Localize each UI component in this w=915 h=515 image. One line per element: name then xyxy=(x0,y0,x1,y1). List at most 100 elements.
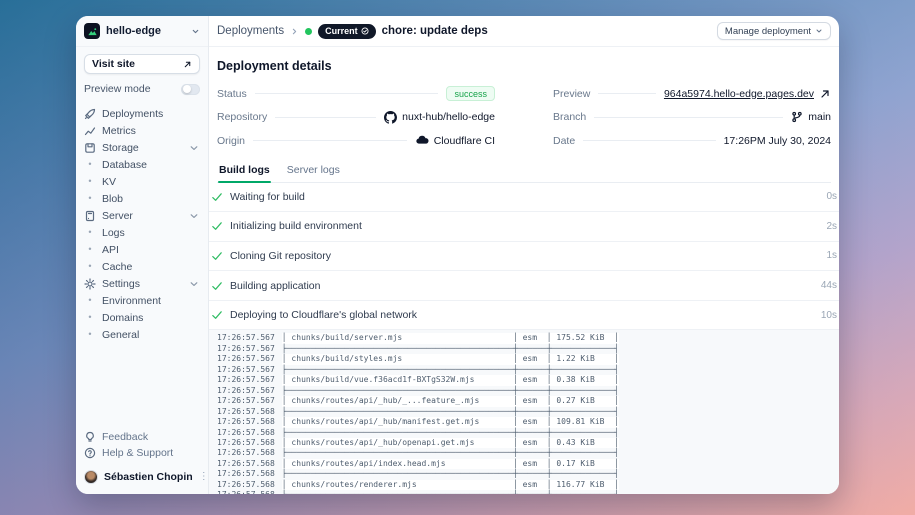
sidebar-item-storage[interactable]: Storage xyxy=(84,139,200,156)
chevron-down-icon xyxy=(188,210,200,222)
sidebar-item-deployments[interactable]: Deployments xyxy=(84,105,200,122)
server-icon xyxy=(84,210,96,222)
log-line: 17:26:57.567│ chunks/build/server.mjs │ … xyxy=(217,333,839,343)
build-step-row[interactable]: Initializing build environment2s xyxy=(209,212,839,242)
sidebar-item-server[interactable]: Server xyxy=(84,207,200,224)
sidebar-item-label: KV xyxy=(102,176,116,188)
gear-icon xyxy=(84,278,96,290)
kebab-menu-icon[interactable]: ⋮ xyxy=(199,472,209,482)
preview-mode-toggle[interactable] xyxy=(181,84,200,95)
log-timestamp: 17:26:57.567 xyxy=(217,354,275,364)
build-step-label: Waiting for build xyxy=(230,191,305,203)
chart-icon xyxy=(84,125,96,137)
avatar xyxy=(84,470,98,484)
sidebar-item-general[interactable]: •General xyxy=(84,326,200,343)
log-line: 17:26:57.567│ chunks/build/vue.f36acd1f-… xyxy=(217,375,839,385)
external-link-icon xyxy=(819,88,831,100)
log-line: 17:26:57.568 │ chunks/routes/api/_hub/man… xyxy=(217,417,839,427)
sidebar-item-label: Storage xyxy=(102,142,139,154)
site-switcher[interactable]: hello-edge xyxy=(76,16,208,47)
sidebar-item-api[interactable]: •API xyxy=(84,241,200,258)
bullet-icon: • xyxy=(84,262,96,271)
detail-value: success xyxy=(446,86,495,101)
sidebar-item-label: Metrics xyxy=(102,125,136,137)
log-line: 17:26:57.567├───────────────────────────… xyxy=(217,344,839,354)
build-step-row[interactable]: Cloning Git repository 1s xyxy=(209,242,839,272)
build-log-output[interactable]: 17:26:57.567│ chunks/build/server.mjs │ … xyxy=(209,330,839,494)
sidebar-item-blob[interactable]: •Blob xyxy=(84,190,200,207)
sidebar-item-label: Feedback xyxy=(102,431,148,443)
detail-row: Repositorynuxt-hub/hello-edge xyxy=(217,106,495,130)
build-step-duration: 1s xyxy=(826,250,837,261)
preview-mode-row: Preview mode xyxy=(76,74,208,100)
build-step-label: Initializing build environment xyxy=(230,220,362,232)
check-icon xyxy=(211,280,223,292)
sidebar-item-label: Domains xyxy=(102,312,143,324)
sidebar-item-logs[interactable]: •Logs xyxy=(84,224,200,241)
main-panel: Deployments Current chore: update deps M… xyxy=(209,16,839,494)
leader-line xyxy=(594,117,783,118)
sidebar-item-label: Settings xyxy=(102,278,140,290)
sidebar-item-label: Cache xyxy=(102,261,132,273)
build-step-row[interactable]: Deploying to Cloudflare's global network… xyxy=(209,301,839,331)
log-timestamp: 17:26:57.568 xyxy=(217,417,275,427)
log-timestamp: 17:26:57.568 xyxy=(217,448,275,458)
manage-deployment-label: Manage deployment xyxy=(725,26,811,37)
log-timestamp: 17:26:57.567 xyxy=(217,396,275,406)
git-branch-icon xyxy=(791,111,803,123)
detail-row: Statussuccess xyxy=(217,82,495,106)
log-table-text: │ chunks/routes/api/_hub/openapi.get.mjs… xyxy=(282,438,619,448)
help-icon xyxy=(84,447,96,459)
github-icon xyxy=(384,111,397,124)
log-timestamp: 17:26:57.568 xyxy=(217,438,275,448)
build-step-row[interactable]: Building application44s xyxy=(209,271,839,301)
sidebar-item-environment[interactable]: •Environment xyxy=(84,292,200,309)
sidebar-item-help-support[interactable]: Help & Support xyxy=(84,445,200,461)
build-step-duration: 0s xyxy=(826,191,837,202)
chevron-down-icon xyxy=(191,27,200,36)
check-icon xyxy=(211,191,223,203)
user-menu[interactable]: Sébastien Chopin ⋮ xyxy=(76,463,208,494)
sidebar-footer: Feedback Help & Support xyxy=(76,429,208,463)
breadcrumb-deployments[interactable]: Deployments xyxy=(217,25,284,37)
sidebar-item-kv[interactable]: •KV xyxy=(84,173,200,190)
log-tabs: Build logs Server logs xyxy=(217,158,831,183)
check-icon xyxy=(211,309,223,321)
commit-message: chore: update deps xyxy=(382,25,488,37)
preview-link[interactable]: 964a5974.hello-edge.pages.dev xyxy=(664,88,814,100)
visit-site-button[interactable]: Visit site xyxy=(84,54,200,74)
bullet-icon: • xyxy=(84,330,96,339)
detail-row: Preview 964a5974.hello-edge.pages.dev xyxy=(553,82,831,106)
manage-deployment-button[interactable]: Manage deployment xyxy=(717,22,831,40)
sidebar-item-feedback[interactable]: Feedback xyxy=(84,429,200,445)
sidebar-item-label: Help & Support xyxy=(102,447,173,459)
current-badge[interactable]: Current xyxy=(318,24,376,39)
build-step-row[interactable]: Waiting for build 0s xyxy=(209,183,839,213)
sidebar-item-cache[interactable]: • Cache xyxy=(84,258,200,275)
sidebar-item-metrics[interactable]: Metrics xyxy=(84,122,200,139)
log-line: 17:26:57.567├───────────────────────────… xyxy=(217,365,839,375)
bullet-icon: • xyxy=(84,296,96,305)
log-table-text: ├───────────────────────────────────────… xyxy=(282,469,619,479)
log-line: 17:26:57.568│ chunks/routes/renderer.mjs… xyxy=(217,480,839,490)
detail-value: Cloudflare CI xyxy=(415,134,495,148)
log-table-text: │ chunks/routes/api/_hub/manifest.get.mj… xyxy=(282,417,619,427)
tab-build-logs[interactable]: Build logs xyxy=(218,158,271,182)
build-step-label: Cloning Git repository xyxy=(230,250,331,262)
tab-server-logs[interactable]: Server logs xyxy=(286,158,341,182)
leader-line xyxy=(275,117,376,118)
sidebar-item-label: API xyxy=(102,244,119,256)
log-table-text: │ chunks/build/styles.mjs │ esm │ 1.22 K… xyxy=(282,354,619,364)
sidebar-item-label: Blob xyxy=(102,193,123,205)
log-table-text: │ chunks/build/vue.f36acd1f-BXTgS32W.mjs… xyxy=(282,375,619,385)
site-name: hello-edge xyxy=(106,25,161,37)
log-table-text: ├───────────────────────────────────────… xyxy=(282,344,619,354)
detail-label: Preview xyxy=(553,88,590,100)
detail-row: OriginCloudflare CI xyxy=(217,129,495,153)
log-line: 17:26:57.568│ chunks/routes/api/index.he… xyxy=(217,459,839,469)
sidebar-item-database[interactable]: •Database xyxy=(84,156,200,173)
sidebar-item-label: Database xyxy=(102,159,147,171)
sidebar-item-settings[interactable]: Settings xyxy=(84,275,200,292)
details-right-column: Preview964a5974.hello-edge.pages.devBran… xyxy=(553,82,831,153)
sidebar-item-domains[interactable]: •Domains xyxy=(84,309,200,326)
